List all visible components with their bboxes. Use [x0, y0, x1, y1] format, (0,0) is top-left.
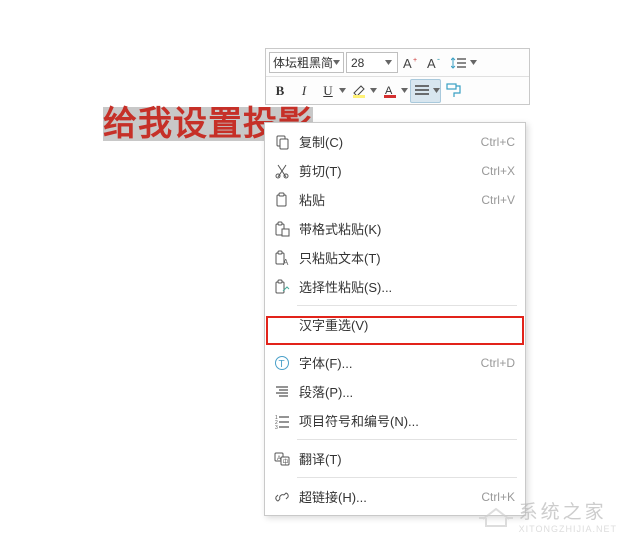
translate-icon: A中 [271, 449, 293, 469]
chevron-down-icon [401, 88, 408, 93]
watermark-text: 系统之家 [519, 502, 607, 523]
menu-label: 粘贴 [299, 190, 475, 209]
svg-text:中: 中 [283, 458, 289, 466]
menu-label: 带格式粘贴(K) [299, 219, 509, 238]
chevron-down-icon [385, 60, 397, 65]
blank-icon [271, 315, 293, 335]
font-name-select[interactable]: 体坛粗黑简 [269, 52, 344, 73]
menu-numbering[interactable]: 123 项目符号和编号(N)... [265, 406, 525, 435]
chevron-down-icon [370, 88, 377, 93]
chevron-down-icon [433, 88, 440, 93]
mini-toolbar-row2: B I U A [266, 76, 529, 104]
decrease-font-button[interactable]: A- [424, 52, 446, 74]
context-menu: 复制(C) Ctrl+C 剪切(T) Ctrl+X 粘贴 Ctrl+V 带格式粘… [264, 122, 526, 516]
menu-label: 翻译(T) [299, 449, 509, 468]
menu-separator [297, 305, 517, 306]
bold-button[interactable]: B [269, 80, 291, 102]
watermark: 系统之家 XITONGZHIJIA.NET [479, 497, 617, 534]
menu-label: 字体(F)... [299, 353, 475, 372]
cut-icon [271, 161, 293, 181]
menu-separator [297, 477, 517, 478]
font-size-value: 28 [347, 56, 385, 70]
menu-reconvert[interactable]: 汉字重选(V) [265, 310, 525, 339]
menu-paste-text[interactable]: A 只粘贴文本(T) [265, 243, 525, 272]
menu-font[interactable]: T 字体(F)... Ctrl+D [265, 348, 525, 377]
increase-font-button[interactable]: A+ [400, 52, 422, 74]
line-spacing-button[interactable] [448, 52, 477, 74]
copy-icon [271, 132, 293, 152]
chevron-down-icon [333, 60, 340, 65]
svg-text:3: 3 [275, 425, 278, 429]
menu-label: 项目符号和编号(N)... [299, 411, 509, 430]
paste-format-icon [271, 219, 293, 239]
numbering-icon: 123 [271, 411, 293, 431]
font-size-select[interactable]: 28 [346, 52, 398, 73]
chevron-down-icon [470, 60, 477, 65]
font-name-value: 体坛粗黑简 [273, 54, 333, 71]
menu-label: 剪切(T) [299, 161, 475, 180]
mini-toolbar: 体坛粗黑简 28 A+ A- [265, 48, 530, 105]
hyperlink-icon [271, 487, 293, 507]
font-color-button[interactable]: A [379, 80, 408, 102]
menu-paste-format[interactable]: 带格式粘贴(K) [265, 214, 525, 243]
menu-cut[interactable]: 剪切(T) Ctrl+X [265, 156, 525, 185]
paste-icon [271, 190, 293, 210]
menu-shortcut: Ctrl+X [481, 164, 515, 178]
svg-text:A: A [283, 258, 289, 266]
menu-paragraph[interactable]: 段落(P)... [265, 377, 525, 406]
menu-paste[interactable]: 粘贴 Ctrl+V [265, 185, 525, 214]
font-icon: T [271, 353, 293, 373]
menu-label: 超链接(H)... [299, 487, 475, 506]
menu-label: 复制(C) [299, 132, 475, 151]
highlight-button[interactable] [348, 80, 377, 102]
menu-separator [297, 439, 517, 440]
svg-text:A: A [427, 56, 436, 71]
svg-text:-: - [437, 55, 440, 64]
menu-label: 段落(P)... [299, 382, 509, 401]
underline-button[interactable]: U [317, 80, 346, 102]
italic-button[interactable]: I [293, 80, 315, 102]
format-painter-button[interactable] [443, 80, 465, 102]
menu-label: 只粘贴文本(T) [299, 248, 509, 267]
paste-special-icon [271, 277, 293, 297]
menu-copy[interactable]: 复制(C) Ctrl+C [265, 127, 525, 156]
menu-label: 汉字重选(V) [299, 315, 509, 334]
mini-toolbar-row1: 体坛粗黑简 28 A+ A- [266, 49, 529, 76]
watermark-logo-icon [479, 503, 513, 529]
menu-label: 选择性粘贴(S)... [299, 277, 509, 296]
menu-translate[interactable]: A中 翻译(T) [265, 444, 525, 473]
svg-text:A: A [403, 56, 412, 71]
align-button[interactable] [410, 79, 441, 103]
menu-shortcut: Ctrl+D [481, 356, 515, 370]
watermark-url: XITONGZHIJIA.NET [519, 524, 617, 534]
menu-shortcut: Ctrl+V [481, 193, 515, 207]
chevron-down-icon [339, 88, 346, 93]
svg-text:T: T [279, 359, 285, 370]
menu-paste-special[interactable]: 选择性粘贴(S)... [265, 272, 525, 301]
svg-text:A: A [277, 456, 281, 462]
paste-text-icon: A [271, 248, 293, 268]
menu-shortcut: Ctrl+C [481, 135, 515, 149]
paragraph-icon [271, 382, 293, 402]
menu-separator [297, 343, 517, 344]
svg-text:+: + [413, 57, 417, 64]
